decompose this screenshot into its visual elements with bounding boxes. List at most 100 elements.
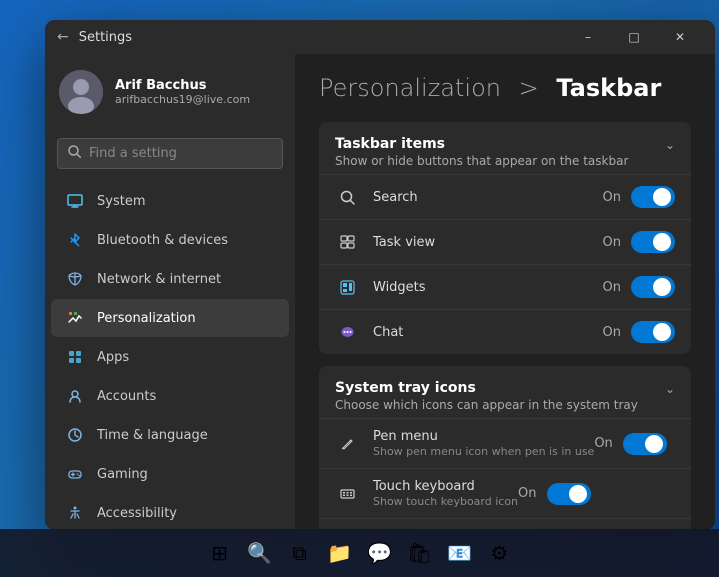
- setting-status-widgets: On: [603, 280, 621, 295]
- setting-status-chat: On: [603, 325, 621, 340]
- setting-label-main-pen-menu: Pen menu: [373, 429, 594, 444]
- time-icon: [65, 425, 85, 445]
- window-title: Settings: [79, 30, 565, 45]
- accessibility-icon: [65, 503, 85, 523]
- toggle-knob-task-view: [653, 233, 671, 251]
- page-title: Personalization > Taskbar: [319, 74, 691, 102]
- accounts-icon: [65, 386, 85, 406]
- setting-label-sub-touch-keyboard: Show touch keyboard icon: [373, 495, 518, 508]
- taskbar-files[interactable]: 📁: [322, 535, 358, 571]
- taskbar-start[interactable]: ⊞: [202, 535, 238, 571]
- back-button[interactable]: ←: [57, 29, 69, 45]
- chevron-up-icon: ⌄: [665, 382, 675, 396]
- toggle-widgets[interactable]: [631, 276, 675, 298]
- sections-container: Taskbar items Show or hide buttons that …: [319, 122, 691, 530]
- sidebar-item-apps[interactable]: Apps: [51, 338, 289, 376]
- nav-label-accounts: Accounts: [97, 389, 156, 404]
- toggle-knob-widgets: [653, 278, 671, 296]
- setting-label-sub-pen-menu: Show pen menu icon when pen is in use: [373, 445, 594, 458]
- breadcrumb-separator: >: [519, 74, 539, 102]
- search-container: [45, 130, 295, 181]
- close-button[interactable]: ✕: [657, 20, 703, 54]
- search-input[interactable]: [89, 146, 272, 161]
- taskbar: ⊞🔍⧉📁💬🛍📧⚙: [0, 529, 719, 577]
- setting-row-touch-keyboard[interactable]: Touch keyboard Show touch keyboard icon …: [319, 468, 691, 518]
- maximize-button[interactable]: □: [611, 20, 657, 54]
- personalization-icon: [65, 308, 85, 328]
- setting-label-task-view: Task view: [373, 235, 603, 250]
- nav-list: System Bluetooth & devices Network & int…: [45, 181, 295, 530]
- setting-label-widgets: Widgets: [373, 280, 603, 295]
- section-title-system-tray: System tray icons: [335, 380, 638, 396]
- taskbar-store[interactable]: 🛍: [402, 535, 438, 571]
- toggle-chat[interactable]: [631, 321, 675, 343]
- apps-icon: [65, 347, 85, 367]
- sidebar-item-network[interactable]: Network & internet: [51, 260, 289, 298]
- taskbar-settings[interactable]: ⚙: [482, 535, 518, 571]
- sidebar: Arif Bacchus arifbacchus19@live.com: [45, 54, 295, 530]
- nav-label-accessibility: Accessibility: [97, 506, 177, 521]
- window-controls: – □ ✕: [565, 20, 703, 54]
- nav-label-network: Network & internet: [97, 272, 221, 287]
- toggle-pen-menu[interactable]: [623, 433, 667, 455]
- desktop: ← Settings – □ ✕: [0, 0, 719, 577]
- setting-icon-widgets: [335, 275, 359, 299]
- setting-row-widgets[interactable]: Widgets On: [319, 264, 691, 309]
- minimize-button[interactable]: –: [565, 20, 611, 54]
- nav-label-apps: Apps: [97, 350, 129, 365]
- toggle-task-view[interactable]: [631, 231, 675, 253]
- toggle-touch-keyboard[interactable]: [547, 483, 591, 505]
- setting-row-chat[interactable]: Chat On: [319, 309, 691, 354]
- user-name: Arif Bacchus: [115, 78, 250, 93]
- settings-body: Arif Bacchus arifbacchus19@live.com: [45, 54, 715, 530]
- settings-window: ← Settings – □ ✕: [45, 20, 715, 530]
- taskbar-task-view[interactable]: ⧉: [282, 535, 318, 571]
- taskbar-mail[interactable]: 📧: [442, 535, 478, 571]
- sidebar-item-system[interactable]: System: [51, 182, 289, 220]
- gaming-icon: [65, 464, 85, 484]
- setting-icon-chat: [335, 320, 359, 344]
- setting-icon-search: [335, 185, 359, 209]
- setting-row-pen-menu[interactable]: Pen menu Show pen menu icon when pen is …: [319, 418, 691, 468]
- toggle-knob-search: [653, 188, 671, 206]
- section-system-tray: System tray icons Choose which icons can…: [319, 366, 691, 530]
- search-icon: [68, 145, 81, 162]
- search-box[interactable]: [57, 138, 283, 169]
- setting-label-chat: Chat: [373, 325, 603, 340]
- sidebar-item-gaming[interactable]: Gaming: [51, 455, 289, 493]
- toggle-search[interactable]: [631, 186, 675, 208]
- section-header-system-tray[interactable]: System tray icons Choose which icons can…: [319, 366, 691, 418]
- nav-label-time: Time & language: [97, 428, 208, 443]
- sidebar-item-accounts[interactable]: Accounts: [51, 377, 289, 415]
- avatar: [59, 70, 103, 114]
- toggle-knob-touch-keyboard: [569, 485, 587, 503]
- section-header-taskbar-items[interactable]: Taskbar items Show or hide buttons that …: [319, 122, 691, 174]
- sidebar-item-bluetooth[interactable]: Bluetooth & devices: [51, 221, 289, 259]
- setting-status-search: On: [603, 190, 621, 205]
- setting-label-main-touch-keyboard: Touch keyboard: [373, 479, 518, 494]
- sidebar-item-time[interactable]: Time & language: [51, 416, 289, 454]
- network-icon: [65, 269, 85, 289]
- system-icon: [65, 191, 85, 211]
- taskbar-search[interactable]: 🔍: [242, 535, 278, 571]
- sidebar-item-personalization[interactable]: Personalization: [51, 299, 289, 337]
- setting-label-search: Search: [373, 190, 603, 205]
- user-info: Arif Bacchus arifbacchus19@live.com: [115, 78, 250, 106]
- setting-status-task-view: On: [603, 235, 621, 250]
- nav-label-bluetooth: Bluetooth & devices: [97, 233, 228, 248]
- nav-label-personalization: Personalization: [97, 311, 196, 326]
- chevron-up-icon: ⌄: [665, 138, 675, 152]
- title-bar: ← Settings – □ ✕: [45, 20, 715, 54]
- setting-icon-task-view: [335, 230, 359, 254]
- breadcrumb-current: Taskbar: [556, 74, 661, 102]
- sidebar-item-accessibility[interactable]: Accessibility: [51, 494, 289, 530]
- setting-row-task-view[interactable]: Task view On: [319, 219, 691, 264]
- bluetooth-icon: [65, 230, 85, 250]
- setting-row-search[interactable]: Search On: [319, 174, 691, 219]
- taskbar-teams[interactable]: 💬: [362, 535, 398, 571]
- user-profile[interactable]: Arif Bacchus arifbacchus19@live.com: [45, 54, 295, 130]
- section-title-taskbar-items: Taskbar items: [335, 136, 628, 152]
- setting-icon-pen-menu: [335, 432, 359, 456]
- setting-status-touch-keyboard: On: [518, 486, 536, 501]
- section-taskbar-items: Taskbar items Show or hide buttons that …: [319, 122, 691, 354]
